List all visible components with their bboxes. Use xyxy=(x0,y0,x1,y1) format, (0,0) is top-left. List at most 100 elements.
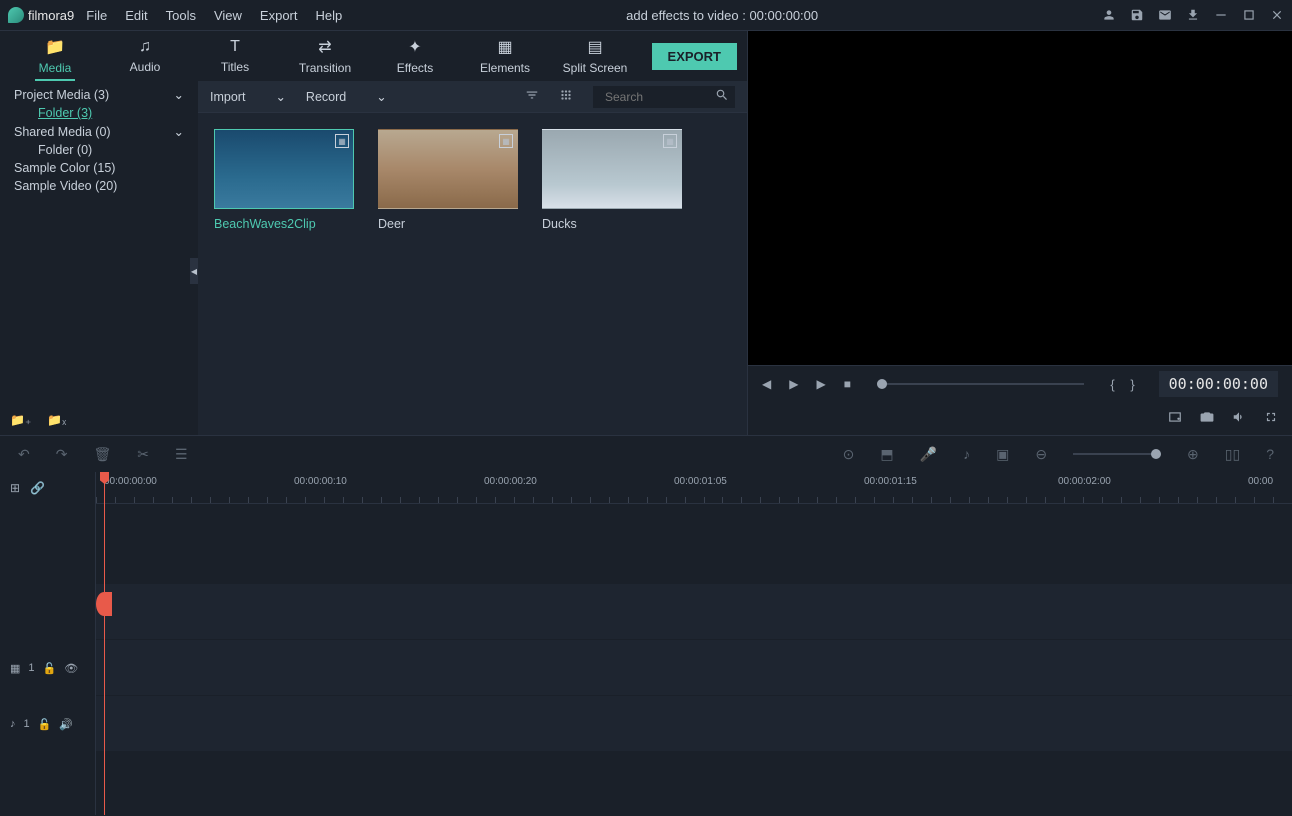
mute-icon[interactable]: 🔊 xyxy=(59,718,73,731)
menu-edit[interactable]: Edit xyxy=(125,8,147,23)
sidebar-item-sample-color[interactable]: Sample Color (15) xyxy=(0,159,198,177)
volume-icon[interactable] xyxy=(1232,410,1246,427)
sidebar-item-shared-media[interactable]: Shared Media (0) ⌄ xyxy=(0,122,198,141)
menu-export[interactable]: Export xyxy=(260,8,298,23)
search-input[interactable] xyxy=(599,86,709,108)
zoom-fit-icon[interactable]: ▯▯ xyxy=(1225,446,1240,463)
clip-beachwaves[interactable]: ▦ BeachWaves2Clip xyxy=(214,129,354,231)
zoom-in-button[interactable]: ⊕ xyxy=(1187,446,1199,463)
tab-effects[interactable]: ✦ Effects xyxy=(370,37,460,75)
film-icon: ▦ xyxy=(335,134,349,148)
delete-button[interactable]: 🗑 xyxy=(93,446,111,463)
preview-slider[interactable] xyxy=(877,383,1084,385)
audio-track-header[interactable]: ♪ 1 🔓 🔊 xyxy=(0,696,95,752)
preview-options-row xyxy=(748,402,1292,434)
zoom-out-button[interactable]: ⊖ xyxy=(1035,446,1047,463)
timeline-track-overlay[interactable] xyxy=(96,504,1292,584)
audio-mixer-icon[interactable]: ♪ xyxy=(963,446,970,462)
grid-view-icon[interactable] xyxy=(559,88,573,105)
account-icon[interactable] xyxy=(1102,8,1116,22)
undo-button[interactable]: ↶ xyxy=(18,446,30,463)
chevron-down-icon: ⌄ xyxy=(174,87,184,102)
tab-elements[interactable]: ▦ Elements xyxy=(460,37,550,75)
video-track-header[interactable]: ▦ 1 🔓 👁 xyxy=(0,640,95,696)
mark-in-out-icon[interactable]: { } xyxy=(1110,377,1140,392)
lock-icon[interactable]: 🔓 xyxy=(38,718,52,731)
snapshot-icon[interactable] xyxy=(1200,410,1214,427)
titlebar: filmora9 File Edit Tools View Export Hel… xyxy=(0,0,1292,30)
split-button[interactable]: ✂ xyxy=(137,446,149,463)
voiceover-icon[interactable]: 🎤 xyxy=(920,446,937,463)
sidebar-item-label: Folder (0) xyxy=(38,143,92,157)
playhead-knob[interactable] xyxy=(96,592,112,616)
close-button[interactable] xyxy=(1270,8,1284,22)
delete-folder-icon[interactable]: 📁ₓ xyxy=(47,413,66,427)
crop-icon[interactable]: ▣ xyxy=(996,446,1009,463)
marker-icon[interactable]: ⬒ xyxy=(880,446,893,463)
clip-label: Deer xyxy=(378,217,518,231)
thumbnail-image: ▦ xyxy=(542,129,682,209)
timeline-track-spare[interactable] xyxy=(96,752,1292,808)
menubar: File Edit Tools View Export Help xyxy=(86,8,342,23)
tab-titles[interactable]: T Titles xyxy=(190,38,280,74)
message-icon[interactable] xyxy=(1158,8,1172,22)
new-folder-icon[interactable]: 📁₊ xyxy=(10,413,31,427)
play-backward-button[interactable]: ▶ xyxy=(789,377,798,391)
prev-frame-button[interactable]: ◀ xyxy=(762,377,771,391)
sidebar-item-folder-3[interactable]: Folder (3) xyxy=(0,104,198,122)
save-icon[interactable] xyxy=(1130,8,1144,22)
timeline-body[interactable]: 00:00:00:00 00:00:00:10 00:00:00:20 00:0… xyxy=(96,472,1292,815)
redo-button[interactable]: ↷ xyxy=(56,446,68,463)
timeline-track-title[interactable] xyxy=(96,584,1292,640)
filter-icon[interactable] xyxy=(525,88,539,105)
stop-button[interactable]: ■ xyxy=(844,377,851,391)
zoom-handle[interactable] xyxy=(1151,449,1161,459)
timeline-ruler[interactable]: 00:00:00:00 00:00:00:10 00:00:00:20 00:0… xyxy=(96,472,1292,504)
title-right xyxy=(1102,8,1284,22)
menu-view[interactable]: View xyxy=(214,8,242,23)
menu-help[interactable]: Help xyxy=(316,8,343,23)
zoom-slider[interactable] xyxy=(1073,453,1161,455)
music-icon: ♫ xyxy=(139,38,151,56)
tab-audio[interactable]: ♫ Audio xyxy=(100,38,190,74)
ruler-label: 00:00:01:05 xyxy=(674,476,727,487)
quality-icon[interactable] xyxy=(1168,410,1182,427)
sidebar-item-project-media[interactable]: Project Media (3) ⌄ xyxy=(0,85,198,104)
menu-file[interactable]: File xyxy=(86,8,107,23)
export-button[interactable]: EXPORT xyxy=(652,43,737,70)
slider-handle[interactable] xyxy=(877,379,887,389)
film-icon: ▦ xyxy=(499,134,513,148)
help-icon[interactable]: ? xyxy=(1266,446,1274,462)
fullscreen-icon[interactable] xyxy=(1264,410,1278,427)
menu-tools[interactable]: Tools xyxy=(166,8,196,23)
link-icon[interactable]: 🔗 xyxy=(30,481,45,495)
visibility-icon[interactable]: 👁 xyxy=(64,662,78,675)
search-icon[interactable] xyxy=(715,88,729,105)
tab-media[interactable]: 📁 Media xyxy=(10,37,100,75)
sidebar-item-folder-0[interactable]: Folder (0) xyxy=(0,141,198,159)
settings-icon[interactable]: ☰ xyxy=(175,446,188,463)
timeline-track-audio[interactable] xyxy=(96,696,1292,752)
playhead[interactable] xyxy=(104,472,105,815)
import-dropdown[interactable]: Import ⌄ xyxy=(210,89,286,104)
tab-transition[interactable]: ⇄ Transition xyxy=(280,37,370,75)
lock-icon[interactable]: 🔓 xyxy=(43,662,57,675)
sidebar-item-sample-video[interactable]: Sample Video (20) xyxy=(0,177,198,195)
timeline-track-video[interactable] xyxy=(96,640,1292,696)
tab-split-screen[interactable]: ▤ Split Screen xyxy=(550,37,640,75)
clip-ducks[interactable]: ▦ Ducks xyxy=(542,129,682,231)
app-name: filmora9 xyxy=(28,8,74,23)
manage-tracks-icon[interactable]: ⊞ xyxy=(10,481,20,495)
audio-track-icon: ♪ xyxy=(10,718,16,730)
download-icon[interactable] xyxy=(1186,8,1200,22)
logo-icon xyxy=(8,7,24,23)
play-button[interactable]: ▶ xyxy=(816,377,825,391)
tab-label: Titles xyxy=(221,60,249,74)
render-preview-icon[interactable]: ⊙ xyxy=(843,446,855,463)
clip-deer[interactable]: ▦ Deer xyxy=(378,129,518,231)
minimize-button[interactable] xyxy=(1214,8,1228,22)
sidebar-collapse-button[interactable]: ◀ xyxy=(190,258,198,284)
preview-viewport[interactable] xyxy=(748,31,1292,365)
record-dropdown[interactable]: Record ⌄ xyxy=(306,89,387,104)
maximize-button[interactable] xyxy=(1242,8,1256,22)
